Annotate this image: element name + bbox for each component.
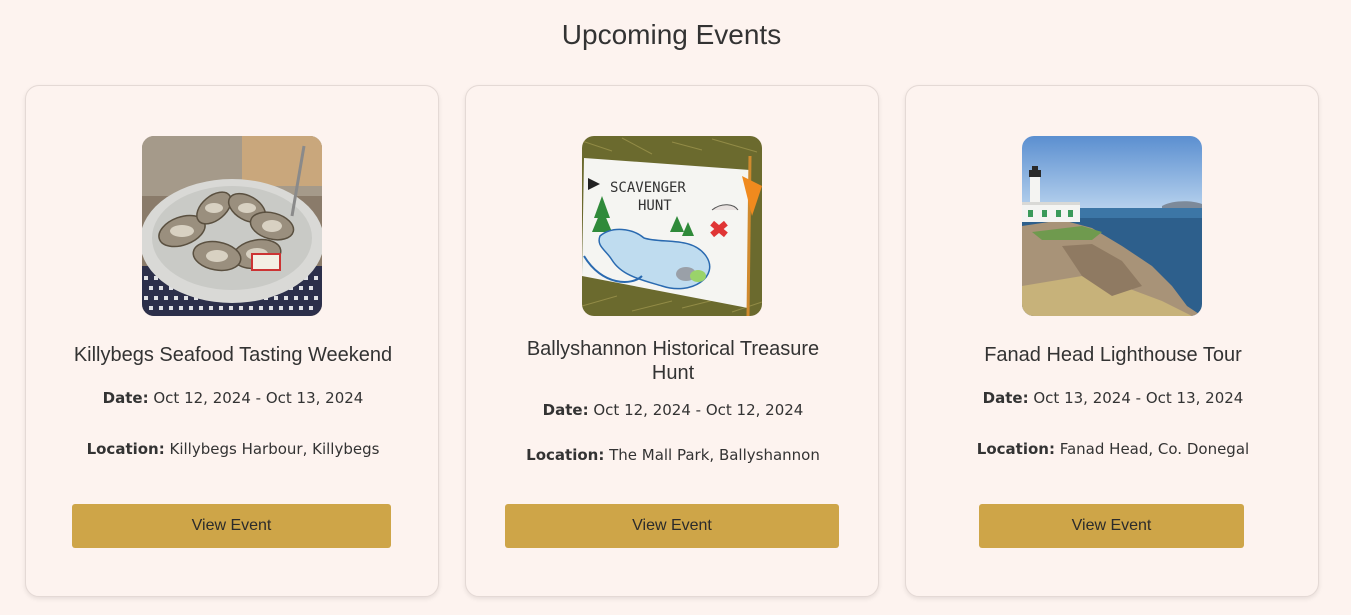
view-event-button[interactable]: View Event [505, 504, 839, 548]
event-title: Ballyshannon Historical Treasure Hunt [526, 338, 820, 384]
event-card-killybegs: Killybegs Seafood Tasting Weekend Date: … [25, 85, 439, 597]
view-event-button[interactable]: View Event [72, 504, 391, 548]
map-text-line2: HUNT [638, 198, 672, 214]
scavenger-hunt-map-photo: SCAVENGER HUNT [582, 136, 762, 316]
event-title: Fanad Head Lighthouse Tour [984, 344, 1242, 366]
view-event-button[interactable]: View Event [979, 504, 1244, 548]
event-image-oysters[interactable] [142, 136, 322, 316]
location-value: The Mall Park, Ballyshannon [609, 446, 820, 464]
lighthouse-photo [1022, 136, 1202, 316]
location-value: Killybegs Harbour, Killybegs [169, 440, 380, 458]
event-date: Date: Oct 12, 2024 - Oct 13, 2024 [46, 388, 420, 408]
date-label: Date: [102, 389, 149, 407]
event-date: Date: Oct 13, 2024 - Oct 13, 2024 [926, 388, 1300, 408]
event-location: Location: Killybegs Harbour, Killybegs [46, 439, 420, 459]
event-location: Location: Fanad Head, Co. Donegal [926, 439, 1300, 459]
event-location: Location: The Mall Park, Ballyshannon [486, 445, 860, 465]
date-value: Oct 13, 2024 - Oct 13, 2024 [1033, 389, 1244, 407]
date-value: Oct 12, 2024 - Oct 13, 2024 [153, 389, 364, 407]
event-card-fanad: Fanad Head Lighthouse Tour Date: Oct 13,… [905, 85, 1319, 597]
location-label: Location: [86, 440, 165, 458]
map-text-line1: SCAVENGER [610, 180, 686, 196]
event-image-scavenger-hunt[interactable]: SCAVENGER HUNT [582, 136, 762, 316]
page-title: Upcoming Events [561, 19, 782, 50]
event-card-ballyshannon: SCAVENGER HUNT Ballyshannon Historical T… [465, 85, 879, 597]
date-label: Date: [982, 389, 1029, 407]
event-date: Date: Oct 12, 2024 - Oct 12, 2024 [486, 400, 860, 420]
event-image-lighthouse[interactable] [1022, 136, 1202, 316]
oysters-photo [142, 136, 322, 316]
location-label: Location: [976, 440, 1055, 458]
location-value: Fanad Head, Co. Donegal [1059, 440, 1250, 458]
date-value: Oct 12, 2024 - Oct 12, 2024 [593, 401, 804, 419]
events-page: Upcoming Events Killybegs Seafood Tastin… [0, 0, 1351, 615]
event-title: Killybegs Seafood Tasting Weekend [73, 344, 393, 366]
date-label: Date: [542, 401, 589, 419]
location-label: Location: [526, 446, 605, 464]
